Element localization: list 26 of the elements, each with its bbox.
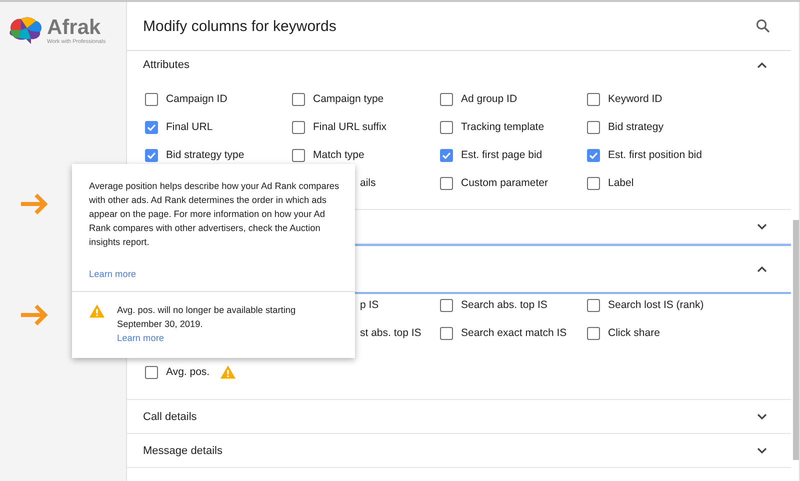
warning-text: Avg. pos. will no longer be available starting September 30, 2019. [117,304,297,331]
logo-name: Afrak [47,17,102,39]
checkbox-label: Final URL suffix [313,121,387,133]
checkbox-label: Search abs. top IS [461,299,548,311]
checkbox-label: Avg. pos. [166,366,210,378]
checkbox-label: Search exact match IS [461,327,567,339]
checkbox-label: Final URL [166,121,213,133]
checkbox-label: Tracking template [461,121,544,133]
checkbox-label: Campaign type [313,93,384,105]
checkbox-label: Est. first position bid [608,149,702,161]
checkbox-label: ails [360,177,376,189]
checkbox-label: Keyword ID [608,93,662,105]
checkbox-label: Ad group ID [461,93,518,105]
checkbox-label: Bid strategy type [166,149,244,161]
checkbox-label: Bid strategy [608,121,664,133]
checkbox-label: Match type [313,149,364,161]
popover-text: Average position helps describe how your Ad Rank compares with other ads. Ad Rank determines the order in which ads appear on the page. For more information on how your Ad Rank compares with other advertisers, check the Auction insights report. [89,180,340,249]
checkbox-label: Campaign ID [166,93,228,105]
checkbox-label: st abs. top IS [360,327,422,339]
checkbox-label: p IS [360,299,379,311]
checkbox-label: Est. first page bid [461,149,542,161]
checkbox-label: Click share [608,327,660,339]
checkbox-label: Search lost IS (rank) [608,299,704,311]
checkbox-label: Label [608,177,634,189]
dialog-title: Modify columns for keywords [143,18,336,34]
checkbox-label: Custom parameter [461,177,548,189]
